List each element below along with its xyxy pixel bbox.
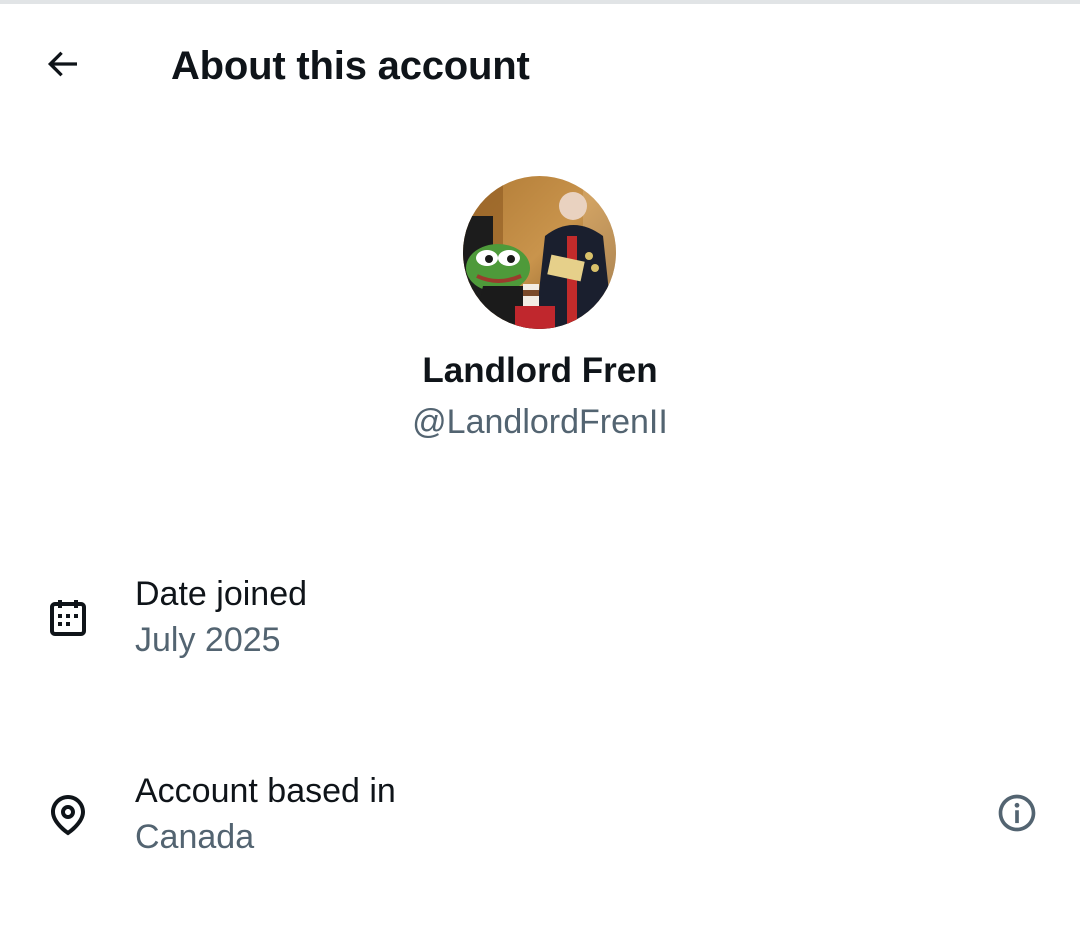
account-based-in-label: Account based in	[135, 772, 396, 810]
username-handle: @LandlordFrenII	[412, 403, 668, 441]
back-button[interactable]	[32, 36, 92, 96]
date-joined-label: Date joined	[135, 575, 308, 613]
display-name: Landlord Fren	[422, 351, 658, 390]
about-account-page: About this account Landlord Fren @Landlo…	[0, 0, 1080, 941]
avatar[interactable]	[463, 176, 616, 329]
info-button[interactable]	[988, 786, 1046, 844]
account-based-in-row: Account based in Canada	[0, 765, 1080, 865]
account-based-in-value: Canada	[135, 818, 255, 856]
top-divider	[0, 0, 1080, 4]
page-title: About this account	[171, 44, 530, 88]
date-joined-value: July 2025	[135, 621, 281, 659]
calendar-icon	[40, 590, 96, 646]
location-pin-icon	[40, 787, 96, 843]
info-icon	[995, 791, 1039, 840]
arrow-left-icon	[42, 44, 82, 89]
date-joined-row: Date joined July 2025	[0, 568, 1080, 668]
